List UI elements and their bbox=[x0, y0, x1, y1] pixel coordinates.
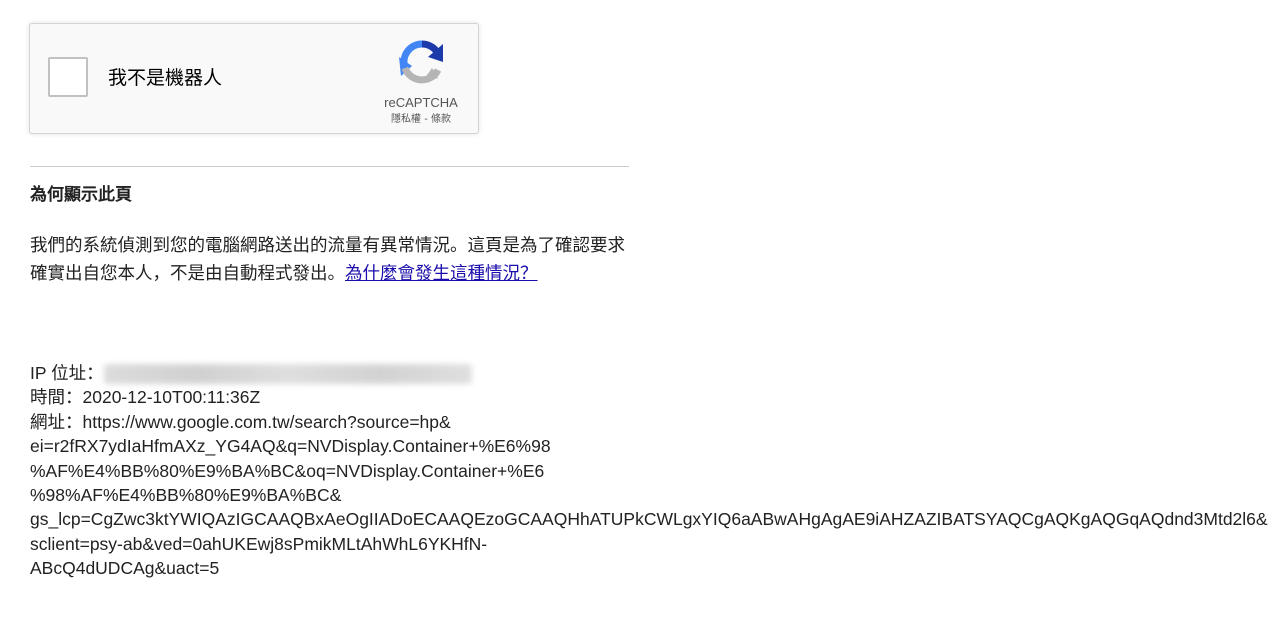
url-line: ABcQ4dUDCAg&uact=5 bbox=[30, 558, 220, 579]
recaptcha-label: 我不是機器人 bbox=[108, 67, 223, 89]
url-line: ei=r2fRX7ydIaHfmAXz_YG4AQ&q=NVDisplay.Co… bbox=[30, 436, 551, 457]
request-details: IP 位址： 時間：2020-12-10T00:11:36Z 網址：https:… bbox=[30, 361, 1280, 581]
recaptcha-logo-icon bbox=[399, 40, 443, 84]
ip-label: IP 位址： bbox=[30, 363, 104, 383]
url-line: sclient=psy-ab&ved=0ahUKEwj8sPmikMLtAhWh… bbox=[30, 533, 488, 554]
url-label: 網址： bbox=[30, 411, 83, 432]
recaptcha-links: 隱私權 - 條款 bbox=[376, 114, 466, 126]
why-title: 為何顯示此頁 bbox=[30, 185, 132, 205]
recaptcha-checkbox[interactable] bbox=[48, 57, 88, 97]
time-value: 2020-12-10T00:11:36Z bbox=[82, 387, 261, 408]
recaptcha-widget: 我不是機器人 reCAPTCHA 隱私權 - 條款 bbox=[29, 23, 479, 134]
time-row: 時間：2020-12-10T00:11:36Z bbox=[30, 385, 1280, 409]
url-row: 網址：https://www.google.com.tw/search?sour… bbox=[30, 410, 1280, 581]
privacy-link[interactable]: 隱私權 bbox=[391, 114, 421, 125]
divider bbox=[30, 166, 629, 167]
ip-value-blurred bbox=[103, 364, 472, 384]
time-label: 時間： bbox=[30, 387, 83, 408]
why-paragraph: 我們的系統偵測到您的電腦網路送出的流量有異常情況。這頁是為了確認要求確實出自您本… bbox=[30, 232, 630, 288]
url-line: %98%AF%E4%BB%80%E9%BA%BC& bbox=[30, 485, 342, 506]
url-line: https://www.google.com.tw/search?source=… bbox=[82, 411, 451, 432]
url-line: %AF%E4%BB%80%E9%BA%BC&oq=NVDisplay.Conta… bbox=[30, 460, 545, 481]
terms-link[interactable]: 條款 bbox=[431, 114, 451, 125]
recaptcha-brand: reCAPTCHA bbox=[384, 95, 458, 110]
ip-row: IP 位址： bbox=[30, 361, 1280, 385]
links-separator: - bbox=[421, 114, 431, 125]
url-line: gs_lcp=CgZwc3ktYWIQAzIGCAAQBxAeOgIIADoEC… bbox=[30, 509, 1268, 530]
why-link[interactable]: 為什麼會發生這種情況？ bbox=[345, 264, 538, 284]
